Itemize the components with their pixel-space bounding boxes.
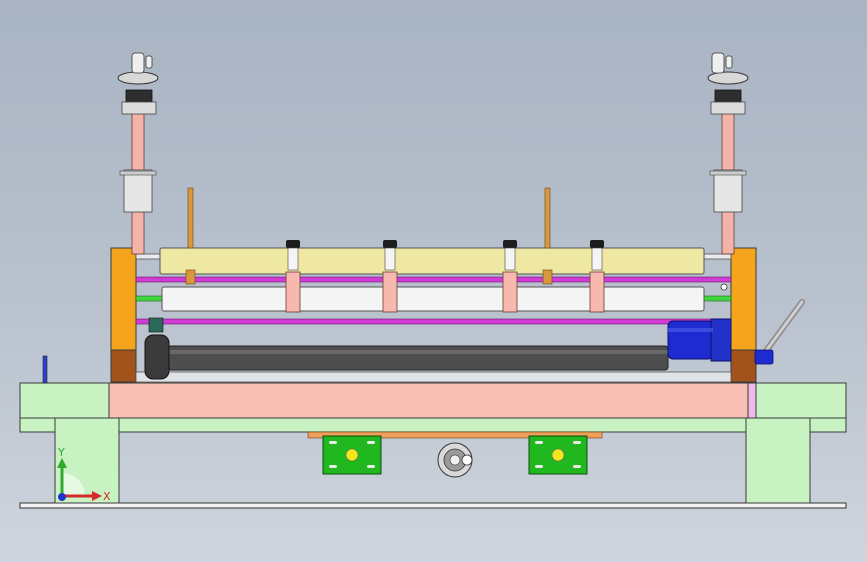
cad-viewport[interactable]: Y X xyxy=(0,0,867,562)
lever-icon[interactable] xyxy=(754,299,805,365)
right-lift-screw xyxy=(709,89,747,255)
top-yellow-roller xyxy=(159,247,705,275)
triad-origin xyxy=(58,493,66,501)
roller-clamp xyxy=(382,240,398,313)
green-rail-left xyxy=(135,295,163,302)
left-bearing-block xyxy=(322,435,382,475)
triad-y-label: Y xyxy=(57,446,65,459)
inner-frame-bottom xyxy=(135,371,732,383)
left-roller-cap xyxy=(144,334,170,380)
right-bearing-dot xyxy=(720,283,728,291)
bed-end-cap xyxy=(747,382,757,419)
roller-clamp xyxy=(502,240,518,313)
right-side-plate xyxy=(730,247,757,383)
handwheel-icon[interactable] xyxy=(117,52,159,85)
green-rail-right xyxy=(703,295,732,302)
left-lift-screw xyxy=(119,89,157,255)
magenta-rail-lower xyxy=(135,318,732,325)
right-bearing-block xyxy=(528,435,588,475)
roller-clamp xyxy=(589,240,605,313)
handwheel-icon[interactable] xyxy=(707,52,749,85)
drive-motor xyxy=(667,318,732,362)
ground-plate xyxy=(19,502,847,509)
left-post xyxy=(42,355,48,384)
crank-wheel-icon[interactable] xyxy=(437,442,473,478)
pink-bed xyxy=(108,382,751,419)
lower-dark-roller xyxy=(167,345,669,371)
roller-clamp xyxy=(285,240,301,313)
left-gear-block xyxy=(148,317,164,333)
magenta-rail-upper xyxy=(135,276,732,283)
machine-drawing: Y X xyxy=(19,52,847,509)
middle-white-roller xyxy=(161,286,705,312)
left-side-plate xyxy=(110,247,137,383)
lower-dark-roller-shine xyxy=(168,350,668,354)
triad-x-label: X xyxy=(103,490,111,503)
